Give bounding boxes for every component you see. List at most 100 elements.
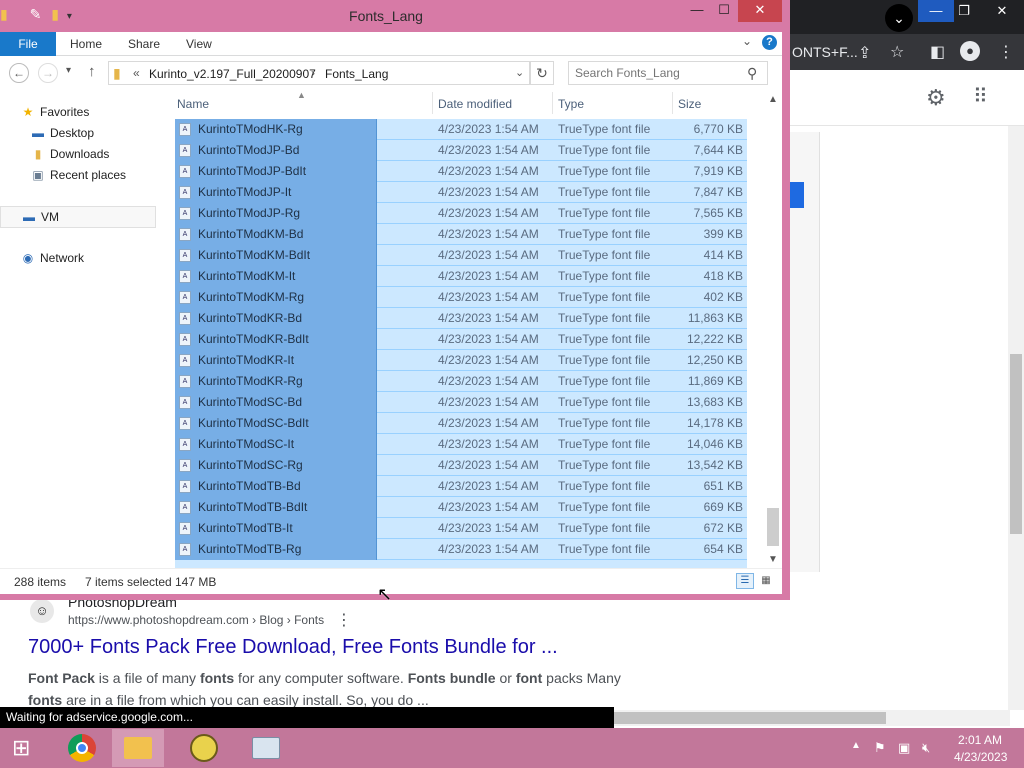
file-name-cell[interactable]: A KurintoTModTB-Rg xyxy=(175,539,377,560)
file-name[interactable]: KurintoTModKM-Bd xyxy=(198,227,303,241)
address-overflow[interactable]: « xyxy=(133,66,140,80)
nav-downloads[interactable]: ▮ Downloads xyxy=(30,144,110,164)
file-name-cell[interactable]: A KurintoTModKR-BdIt xyxy=(175,329,377,350)
file-name-cell[interactable]: A KurintoTModJP-Rg xyxy=(175,203,377,224)
minimize-button[interactable]: — xyxy=(684,0,710,22)
file-row[interactable]: A KurintoTModJP-Bd 4/23/2023 1:54 AM TrueTy… xyxy=(175,140,747,161)
expand-ribbon-chevron-icon[interactable]: ⌄ xyxy=(742,34,752,48)
file-name-cell[interactable]: A KurintoTModKR-It xyxy=(175,350,377,371)
file-row[interactable]: A KurintoTModKM-BdIt 4/23/2023 1:54 AM True… xyxy=(175,245,747,266)
file-name-cell[interactable]: A KurintoTModHK-Rg xyxy=(175,119,377,140)
nav-vm[interactable]: ▬ VM xyxy=(0,206,156,228)
details-view-icon[interactable]: ☰ xyxy=(736,573,754,589)
nav-desktop[interactable]: ▬ Desktop xyxy=(30,123,94,143)
address-bar[interactable]: ▮ « Kurinto_v2.197_Full_20200907 › Fonts… xyxy=(108,61,530,85)
file-name[interactable]: KurintoTModKR-It xyxy=(198,353,294,367)
file-name[interactable]: KurintoTModKR-Rg xyxy=(198,374,303,388)
result-url[interactable]: https://www.photoshopdream.com › Blog › … xyxy=(68,613,324,627)
file-row[interactable]: A KurintoTModKR-BdIt 4/23/2023 1:54 AM True… xyxy=(175,329,747,350)
file-row[interactable]: A KurintoTModHK-Rg 4/23/2023 1:54 AM TrueTy… xyxy=(175,119,747,140)
file-name[interactable]: KurintoTModTB-BdIt xyxy=(198,500,307,514)
result-title-link[interactable]: 7000+ Fonts Pack Free Download, Free Fon… xyxy=(28,636,558,659)
file-name[interactable]: KurintoTModHK-Rg xyxy=(198,122,303,136)
profile-avatar-icon[interactable]: ● xyxy=(960,41,980,61)
chrome-close-button[interactable]: ✕ xyxy=(984,0,1020,22)
back-button[interactable]: ← xyxy=(9,63,29,83)
file-name-cell[interactable]: A KurintoTModKR-Bd xyxy=(175,308,377,329)
large-icons-view-icon[interactable]: ▦ xyxy=(758,573,774,589)
start-button[interactable]: ⊞ xyxy=(0,728,48,768)
taskbar-app-bee[interactable] xyxy=(178,729,230,767)
file-row[interactable]: A KurintoTModSC-It 4/23/2023 1:54 AM TrueTy… xyxy=(175,434,747,455)
google-apps-icon[interactable]: ⠿ xyxy=(973,84,988,109)
settings-gear-icon[interactable]: ⚙ xyxy=(926,85,946,111)
chrome-menu-icon[interactable]: ⋮ xyxy=(998,42,1014,62)
file-name-cell[interactable]: A KurintoTModTB-Bd xyxy=(175,476,377,497)
file-name[interactable]: KurintoTModSC-It xyxy=(198,437,294,451)
tab-file[interactable]: File xyxy=(0,32,56,56)
search-box[interactable]: ⚲ xyxy=(568,61,768,85)
file-name[interactable]: KurintoTModTB-Bd xyxy=(198,479,301,493)
list-vertical-scrollbar[interactable]: ▲ ▼ xyxy=(764,90,782,568)
search-icon[interactable]: ⚲ xyxy=(747,65,757,82)
nav-favorites[interactable]: ★ Favorites xyxy=(20,102,90,122)
file-row[interactable]: A KurintoTModKR-Bd 4/23/2023 1:54 AM TrueTy… xyxy=(175,308,747,329)
file-list[interactable]: ▲ Name Date modified Type Size A KurintoT… xyxy=(175,90,747,568)
file-name-cell[interactable]: A KurintoTModSC-Rg xyxy=(175,455,377,476)
file-row[interactable]: A KurintoTModTB-Rg 4/23/2023 1:54 AM TrueTy… xyxy=(175,539,747,560)
column-divider[interactable] xyxy=(432,92,433,114)
address-dropdown-icon[interactable]: ⌄ xyxy=(515,66,524,79)
column-divider[interactable] xyxy=(672,92,673,114)
file-row[interactable]: A KurintoTModJP-BdIt 4/23/2023 1:54 AM True… xyxy=(175,161,747,182)
file-name-cell[interactable]: A KurintoTModTB-BdIt xyxy=(175,497,377,518)
taskbar-performance-monitor[interactable] xyxy=(240,729,292,767)
file-row[interactable]: A KurintoTModTB-BdIt 4/23/2023 1:54 AM True… xyxy=(175,497,747,518)
share-icon[interactable]: ⇪ xyxy=(858,43,871,63)
file-row[interactable]: A KurintoTModKM-Bd 4/23/2023 1:54 AM TrueTy… xyxy=(175,224,747,245)
show-hidden-icons-icon[interactable]: ▲ xyxy=(851,740,861,751)
file-row[interactable]: A KurintoTModKR-It 4/23/2023 1:54 AM TrueTy… xyxy=(175,350,747,371)
file-name[interactable]: KurintoTModSC-Rg xyxy=(198,458,303,472)
file-row[interactable]: A KurintoTModSC-Bd 4/23/2023 1:54 AM TrueTy… xyxy=(175,392,747,413)
list-scrollbar-thumb[interactable] xyxy=(767,508,779,546)
nav-network[interactable]: ◉ Network xyxy=(20,248,84,268)
partial-file-row[interactable] xyxy=(175,560,747,568)
file-row[interactable]: A KurintoTModTB-It 4/23/2023 1:54 AM TrueTy… xyxy=(175,518,747,539)
file-row[interactable]: A KurintoTModSC-BdIt 4/23/2023 1:54 AM True… xyxy=(175,413,747,434)
file-name-cell[interactable]: A KurintoTModSC-Bd xyxy=(175,392,377,413)
column-date-modified[interactable]: Date modified xyxy=(438,97,512,111)
file-name-cell[interactable]: A KurintoTModSC-BdIt xyxy=(175,413,377,434)
maximize-button[interactable]: ☐ xyxy=(710,0,738,22)
forward-button[interactable]: → xyxy=(38,63,58,83)
file-name[interactable]: KurintoTModJP-It xyxy=(198,185,291,199)
result-more-icon[interactable]: ⋮ xyxy=(336,610,352,630)
column-name[interactable]: Name xyxy=(177,97,209,111)
side-panel-icon[interactable]: ◧ xyxy=(930,42,945,62)
breadcrumb-fonts-lang[interactable]: Fonts_Lang xyxy=(325,67,388,81)
file-row[interactable]: A KurintoTModJP-It 4/23/2023 1:54 AM TrueTy… xyxy=(175,182,747,203)
tab-share[interactable]: Share xyxy=(128,32,160,56)
file-name-cell[interactable]: A KurintoTModKM-Rg xyxy=(175,287,377,308)
chrome-restore-button[interactable]: ❐ xyxy=(946,0,982,22)
file-row[interactable]: A KurintoTModSC-Rg 4/23/2023 1:54 AM TrueTy… xyxy=(175,455,747,476)
tab-view[interactable]: View xyxy=(186,32,212,56)
file-name[interactable]: KurintoTModKM-It xyxy=(198,269,295,283)
column-type[interactable]: Type xyxy=(558,97,584,111)
file-name[interactable]: KurintoTModTB-It xyxy=(198,521,293,535)
scroll-up-arrow-icon[interactable]: ▲ xyxy=(768,94,778,105)
taskbar-file-explorer[interactable] xyxy=(112,729,164,767)
file-name-cell[interactable]: A KurintoTModSC-It xyxy=(175,434,377,455)
file-row[interactable]: A KurintoTModKM-Rg 4/23/2023 1:54 AM TrueTy… xyxy=(175,287,747,308)
file-name[interactable]: KurintoTModKR-BdIt xyxy=(198,332,309,346)
file-name-cell[interactable]: A KurintoTModKR-Rg xyxy=(175,371,377,392)
close-button[interactable]: ✕ xyxy=(738,0,782,22)
breadcrumb-separator-icon[interactable]: › xyxy=(311,66,315,80)
chrome-tab-search-button[interactable]: ⌄ xyxy=(885,4,913,32)
file-name-cell[interactable]: A KurintoTModKM-It xyxy=(175,266,377,287)
scroll-down-arrow-icon[interactable]: ▼ xyxy=(768,554,778,565)
action-center-flag-icon[interactable]: ⚑ xyxy=(874,740,886,756)
bookmark-star-icon[interactable]: ☆ xyxy=(890,42,904,62)
file-row[interactable]: A KurintoTModJP-Rg 4/23/2023 1:54 AM TrueTy… xyxy=(175,203,747,224)
file-name[interactable]: KurintoTModKM-Rg xyxy=(198,290,304,304)
help-icon[interactable]: ? xyxy=(762,35,777,50)
